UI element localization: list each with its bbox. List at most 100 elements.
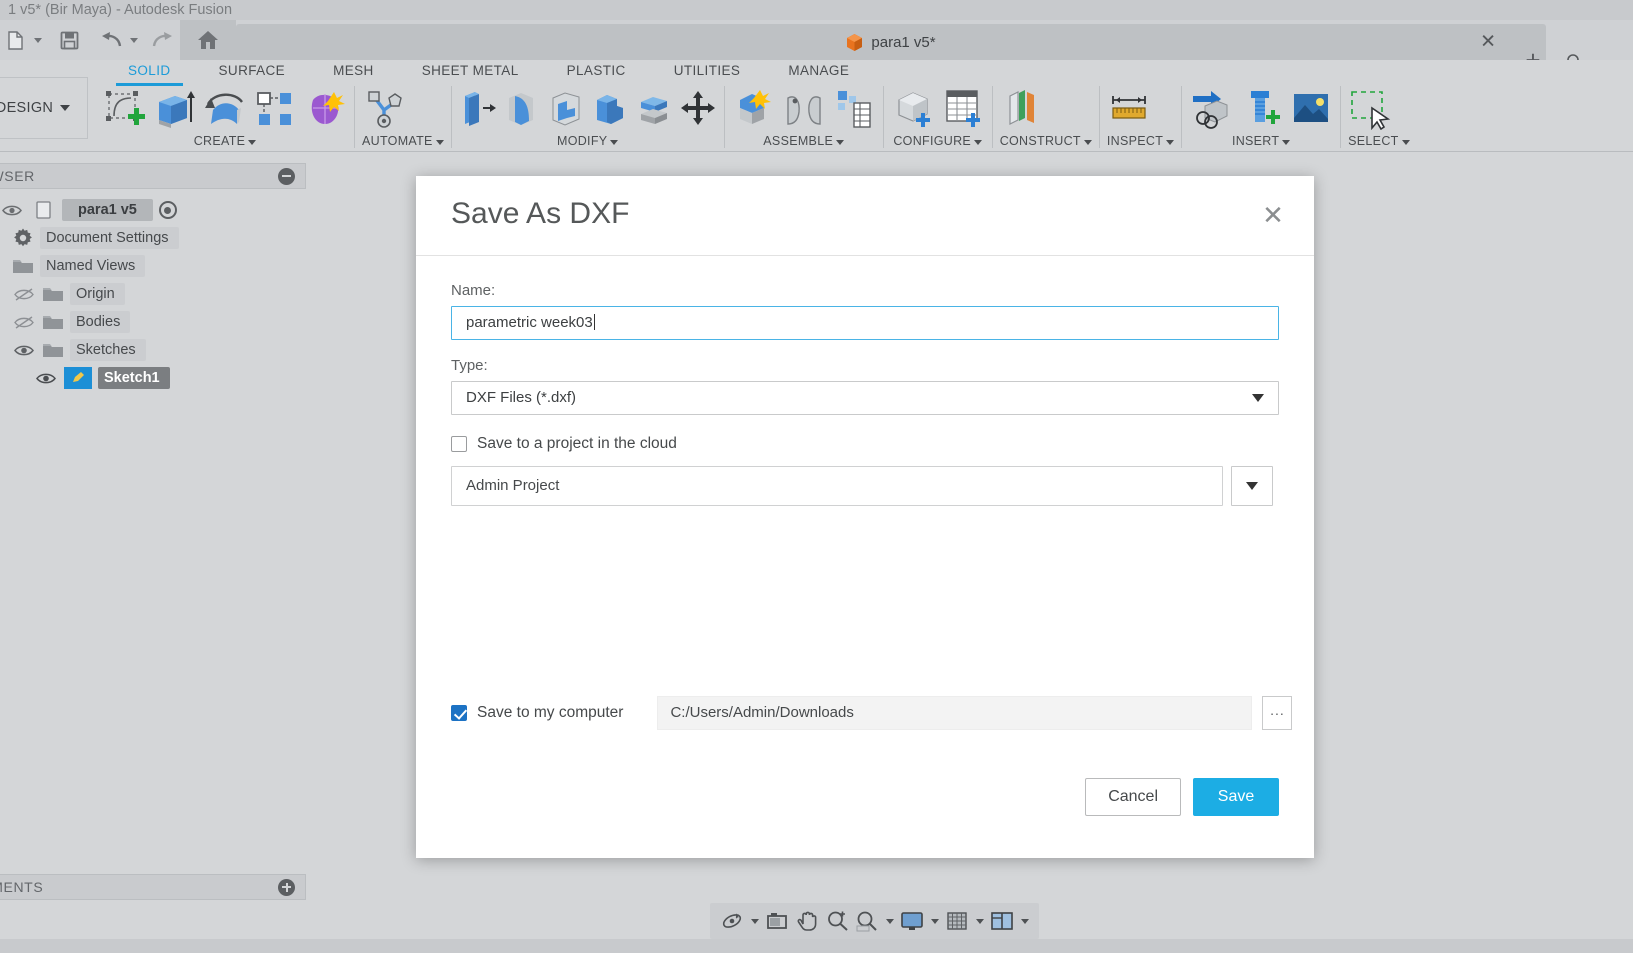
browser-panel-header[interactable]: OWSER bbox=[0, 163, 306, 189]
orbit-dropdown[interactable] bbox=[748, 906, 761, 936]
cloud-save-checkbox-row[interactable]: Save to a project in the cloud bbox=[451, 435, 1279, 453]
grid-snaps-dropdown[interactable] bbox=[973, 906, 986, 936]
automate-icon[interactable] bbox=[362, 88, 406, 130]
project-input[interactable]: Admin Project bbox=[451, 466, 1223, 506]
viewports-icon[interactable] bbox=[988, 906, 1016, 936]
split-body-icon[interactable] bbox=[635, 88, 673, 130]
browse-button[interactable]: ... bbox=[1262, 696, 1293, 730]
project-dropdown-button[interactable] bbox=[1231, 466, 1273, 506]
path-input[interactable]: C:/Users/Admin/Downloads bbox=[657, 696, 1253, 730]
insert-derive-icon[interactable] bbox=[1189, 88, 1233, 130]
visibility-eye-icon[interactable] bbox=[34, 372, 58, 385]
create-sketch-icon[interactable] bbox=[103, 88, 147, 130]
pan-icon[interactable] bbox=[793, 906, 821, 936]
visibility-eye-icon[interactable] bbox=[12, 344, 36, 357]
comments-panel-header[interactable]: MMENTS bbox=[0, 874, 306, 900]
grid-snaps-icon[interactable] bbox=[943, 906, 971, 936]
local-save-checkbox[interactable] bbox=[451, 705, 467, 721]
extrude-icon[interactable] bbox=[153, 88, 197, 130]
insert-mcmaster-icon[interactable] bbox=[1239, 88, 1283, 130]
quick-access-toolbar-row: para1 v5* ✕ + bbox=[0, 20, 1633, 75]
panel-insert-title[interactable]: INSERT bbox=[1189, 134, 1333, 148]
tree-item-document-settings[interactable]: Document Settings bbox=[0, 224, 306, 252]
panel-inspect-title[interactable]: INSPECT bbox=[1106, 134, 1175, 148]
combine-icon[interactable] bbox=[591, 88, 629, 130]
tree-item-root[interactable]: para1 v5 bbox=[0, 196, 306, 224]
shell-icon[interactable] bbox=[547, 88, 585, 130]
new-document-icon[interactable] bbox=[0, 20, 30, 60]
save-button[interactable]: Save bbox=[1193, 778, 1279, 816]
panel-assemble: ASSEMBLE bbox=[725, 86, 884, 148]
select-icon[interactable] bbox=[1348, 88, 1392, 130]
revolve-icon[interactable] bbox=[203, 88, 247, 130]
tab-solid[interactable]: SOLID bbox=[104, 60, 195, 86]
move-copy-icon[interactable] bbox=[679, 88, 717, 130]
press-pull-icon[interactable] bbox=[459, 88, 497, 130]
bom-icon[interactable] bbox=[832, 88, 876, 130]
tree-item-bodies[interactable]: Bodies bbox=[0, 308, 306, 336]
visibility-eye-off-icon[interactable] bbox=[12, 315, 36, 329]
construction-plane-icon[interactable] bbox=[1000, 88, 1044, 130]
visibility-eye-off-icon[interactable] bbox=[12, 287, 36, 301]
tab-utilities[interactable]: UTILITIES bbox=[650, 60, 765, 82]
panel-automate-label: AUTOMATE bbox=[362, 134, 433, 148]
tree-item-named-views[interactable]: Named Views bbox=[0, 252, 306, 280]
zoom-fit-icon[interactable] bbox=[853, 906, 881, 936]
cloud-save-checkbox[interactable] bbox=[451, 436, 467, 452]
close-icon[interactable]: ✕ bbox=[1480, 33, 1496, 52]
configuration-table-icon[interactable] bbox=[941, 88, 985, 130]
tab-sheet-metal[interactable]: SHEET METAL bbox=[398, 60, 543, 82]
measure-icon[interactable] bbox=[1107, 88, 1151, 130]
new-component-icon[interactable] bbox=[732, 88, 776, 130]
tab-surface[interactable]: SURFACE bbox=[195, 60, 310, 82]
home-icon[interactable] bbox=[180, 20, 236, 60]
document-tab[interactable]: para1 v5* ✕ bbox=[236, 24, 1546, 60]
look-at-icon[interactable] bbox=[763, 906, 791, 936]
zoom-icon[interactable] bbox=[823, 906, 851, 936]
new-document-dropdown[interactable] bbox=[30, 20, 46, 60]
panel-create-title[interactable]: CREATE bbox=[103, 134, 347, 148]
viewports-dropdown[interactable] bbox=[1018, 906, 1031, 936]
type-select[interactable]: DXF Files (*.dxf) bbox=[451, 381, 1279, 415]
display-settings-icon[interactable] bbox=[898, 906, 926, 936]
pattern-icon[interactable] bbox=[253, 88, 297, 130]
panel-assemble-title[interactable]: ASSEMBLE bbox=[732, 134, 876, 148]
chevron-down-icon bbox=[1252, 394, 1264, 402]
minus-icon[interactable] bbox=[278, 167, 295, 185]
tree-item-origin[interactable]: Origin bbox=[0, 280, 306, 308]
tree-item-sketch1[interactable]: Sketch1 bbox=[0, 364, 306, 392]
name-input[interactable]: parametric week03 bbox=[451, 306, 1279, 340]
plus-icon[interactable] bbox=[278, 878, 295, 896]
tab-mesh[interactable]: MESH bbox=[309, 60, 398, 82]
redo-icon[interactable] bbox=[148, 20, 178, 60]
visibility-eye-icon[interactable] bbox=[0, 204, 24, 217]
panel-automate-title[interactable]: AUTOMATE bbox=[362, 134, 444, 148]
cancel-button[interactable]: Cancel bbox=[1085, 778, 1181, 816]
dialog-title: Save As DXF bbox=[451, 197, 630, 230]
panel-inspect-label: INSPECT bbox=[1106, 134, 1164, 148]
workspace-selector[interactable]: DESIGN bbox=[0, 77, 88, 139]
form-icon[interactable] bbox=[303, 88, 347, 130]
undo-icon[interactable] bbox=[96, 20, 126, 60]
fillet-icon[interactable] bbox=[503, 88, 541, 130]
panel-construct-title[interactable]: CONSTRUCT bbox=[1000, 134, 1092, 148]
zoom-fit-dropdown[interactable] bbox=[883, 906, 896, 936]
tab-manage[interactable]: MANAGE bbox=[764, 60, 873, 82]
orbit-icon[interactable] bbox=[718, 906, 746, 936]
close-icon[interactable]: ✕ bbox=[1260, 202, 1286, 229]
panel-insert: INSERT bbox=[1182, 86, 1342, 148]
panel-modify-title[interactable]: MODIFY bbox=[459, 134, 717, 148]
undo-dropdown[interactable] bbox=[126, 20, 142, 60]
configuration-icon[interactable] bbox=[891, 88, 935, 130]
panel-configure-title[interactable]: CONFIGURE bbox=[891, 134, 985, 148]
insert-canvas-icon[interactable] bbox=[1289, 88, 1333, 130]
tree-item-sketches[interactable]: Sketches bbox=[0, 336, 306, 364]
display-settings-dropdown[interactable] bbox=[928, 906, 941, 936]
activate-component-icon[interactable] bbox=[158, 201, 177, 219]
tab-plastic[interactable]: PLASTIC bbox=[543, 60, 650, 82]
save-icon[interactable] bbox=[54, 20, 84, 60]
tree-item-origin-label: Origin bbox=[70, 283, 125, 305]
save-as-dxf-dialog: Save As DXF ✕ Name: parametric week03 Ty… bbox=[416, 176, 1314, 858]
panel-select-title[interactable]: SELECT bbox=[1348, 134, 1410, 148]
joint-icon[interactable] bbox=[782, 88, 826, 130]
